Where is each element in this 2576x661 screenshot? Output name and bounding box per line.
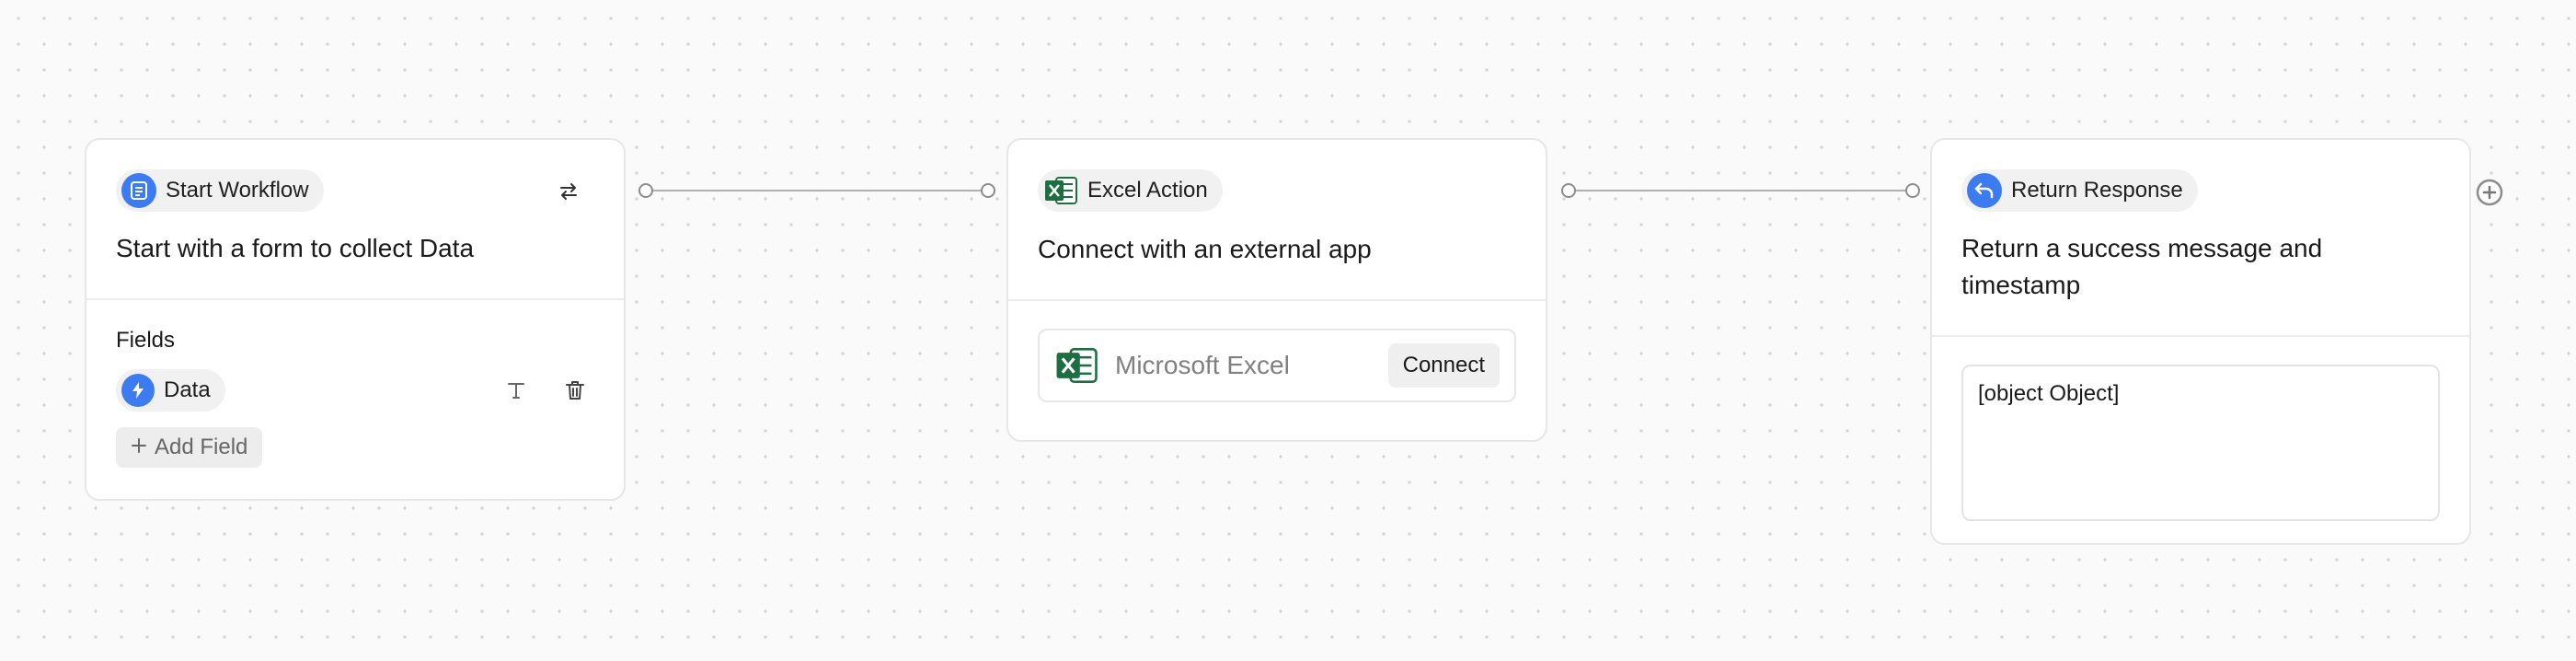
form-icon: [121, 173, 156, 208]
node-title: Connect with an external app: [1038, 235, 1372, 263]
node-title: Return a success message and timestamp: [1961, 234, 2323, 299]
node-title: Start with a form to collect Data: [116, 234, 475, 262]
connect-button[interactable]: Connect: [1387, 343, 1500, 388]
output-port-excel[interactable]: [1561, 183, 1576, 198]
app-name: Microsoft Excel: [1115, 351, 1290, 379]
node-badge-label: Excel Action: [1087, 178, 1208, 203]
node-header: Return Response Return a success message…: [1932, 140, 2469, 337]
add-field-label: Add Field: [155, 435, 248, 459]
excel-action-node[interactable]: Excel Action Connect with an external ap…: [1006, 138, 1547, 442]
text-type-icon[interactable]: [500, 375, 532, 406]
plus-icon: [131, 435, 147, 460]
return-response-node[interactable]: Return Response Return a success message…: [1930, 138, 2471, 545]
node-badge-label: Return Response: [2011, 178, 2183, 203]
add-field-button[interactable]: Add Field: [116, 427, 263, 468]
field-name: Data: [164, 377, 211, 402]
input-port-excel[interactable]: [981, 183, 995, 198]
node-body: Fields Data Add Field: [86, 300, 624, 497]
swap-icon[interactable]: [554, 177, 583, 206]
field-row: Data: [116, 368, 594, 412]
node-body: Microsoft Excel Connect: [1008, 301, 1546, 432]
output-port-start[interactable]: [638, 183, 653, 198]
start-workflow-node[interactable]: Start Workflow Start with a form to coll…: [85, 138, 626, 501]
node-badge: Start Workflow: [116, 169, 324, 212]
return-arrow-icon: [1967, 173, 2002, 208]
field-pill[interactable]: Data: [116, 369, 225, 412]
fields-label: Fields: [116, 328, 176, 353]
connector-excel-to-response: [1569, 190, 1913, 191]
node-badge-label: Start Workflow: [166, 178, 309, 203]
response-value-editor[interactable]: [object Object]: [1961, 365, 2440, 521]
add-node-icon[interactable]: [2476, 179, 2503, 206]
node-header: Start Workflow Start with a form to coll…: [86, 140, 624, 300]
excel-icon: [1054, 343, 1098, 388]
excel-icon: [1043, 173, 1078, 208]
node-header: Excel Action Connect with an external ap…: [1008, 140, 1546, 301]
bolt-icon: [121, 374, 155, 407]
trash-icon[interactable]: [559, 375, 591, 406]
app-connection-box: Microsoft Excel Connect: [1038, 329, 1516, 402]
node-badge: Return Response: [1961, 169, 2198, 212]
field-actions: [500, 375, 591, 406]
input-port-response[interactable]: [1905, 183, 1920, 198]
node-badge: Excel Action: [1038, 169, 1223, 212]
node-body: [object Object]: [1932, 337, 2469, 543]
connector-start-to-excel: [646, 190, 988, 191]
